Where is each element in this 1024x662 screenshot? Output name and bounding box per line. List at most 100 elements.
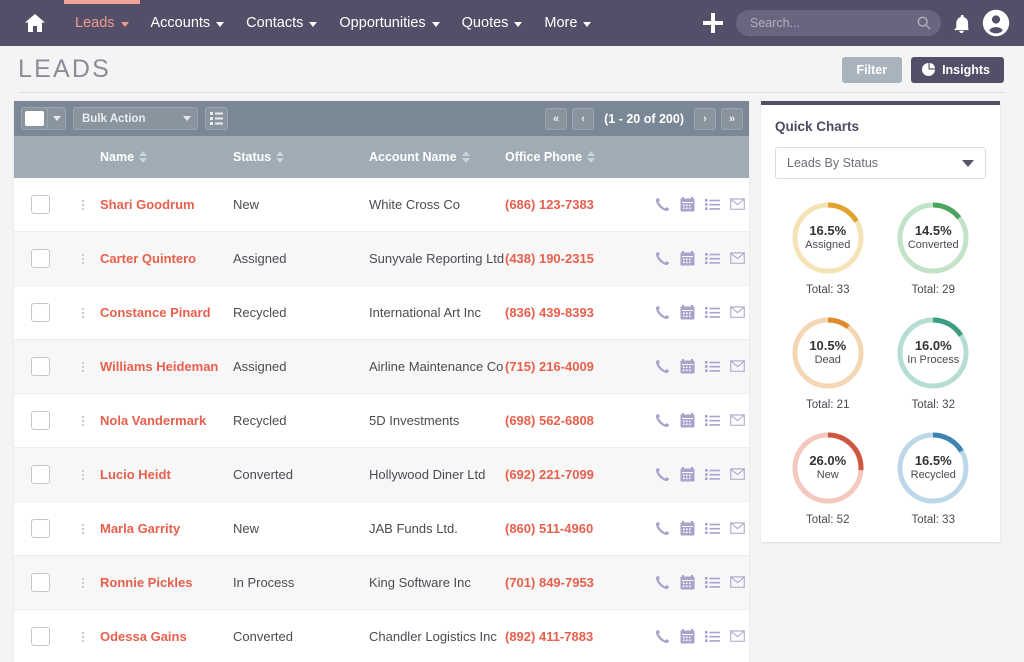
office-phone-link[interactable]: (860) 511-4960 bbox=[505, 521, 593, 536]
pagination-prev-button[interactable]: ‹ bbox=[572, 108, 594, 130]
donut-chart-recycled[interactable]: 16.5% Recycled Total: 33 bbox=[894, 429, 972, 526]
select-all-caret[interactable] bbox=[47, 107, 65, 130]
row-checkbox[interactable] bbox=[31, 519, 50, 538]
bell-icon[interactable] bbox=[953, 14, 970, 33]
phone-icon[interactable] bbox=[655, 575, 670, 590]
row-checkbox[interactable] bbox=[31, 249, 50, 268]
nav-item-leads[interactable]: Leads bbox=[64, 0, 140, 46]
row-menu-icon[interactable] bbox=[82, 470, 84, 480]
calendar-icon[interactable] bbox=[680, 467, 695, 482]
calendar-icon[interactable] bbox=[680, 413, 695, 428]
donut-chart-assigned[interactable]: 16.5% Assigned Total: 33 bbox=[789, 199, 867, 296]
pagination-first-button[interactable]: « bbox=[545, 108, 567, 130]
table-row[interactable]: Nola Vandermark Recycled 5D Investments … bbox=[14, 394, 749, 448]
calendar-icon[interactable] bbox=[680, 359, 695, 374]
search-icon[interactable] bbox=[917, 16, 931, 30]
sort-icon[interactable] bbox=[462, 151, 470, 163]
plus-icon[interactable] bbox=[702, 12, 724, 34]
lead-name-link[interactable]: Lucio Heidt bbox=[100, 467, 171, 482]
envelope-icon[interactable] bbox=[730, 305, 745, 320]
phone-icon[interactable] bbox=[655, 521, 670, 536]
phone-icon[interactable] bbox=[655, 413, 670, 428]
task-list-icon[interactable] bbox=[705, 197, 720, 212]
phone-icon[interactable] bbox=[655, 467, 670, 482]
donut-chart-new[interactable]: 26.0% New Total: 52 bbox=[789, 429, 867, 526]
envelope-icon[interactable] bbox=[730, 575, 745, 590]
table-row[interactable]: Marla Garrity New JAB Funds Ltd. (860) 5… bbox=[14, 502, 749, 556]
filter-button[interactable]: Filter bbox=[842, 57, 903, 83]
column-header-office-phone[interactable]: Office Phone bbox=[505, 150, 651, 164]
table-row[interactable]: Ronnie Pickles In Process King Software … bbox=[14, 556, 749, 610]
office-phone-link[interactable]: (701) 849-7953 bbox=[505, 575, 594, 590]
search-input[interactable] bbox=[750, 16, 917, 30]
donut-chart-converted[interactable]: 14.5% Converted Total: 29 bbox=[894, 199, 972, 296]
table-row[interactable]: Odessa Gains Converted Chandler Logistic… bbox=[14, 610, 749, 662]
nav-item-opportunities[interactable]: Opportunities bbox=[328, 0, 450, 46]
lead-name-link[interactable]: Carter Quintero bbox=[100, 251, 196, 266]
calendar-icon[interactable] bbox=[680, 521, 695, 536]
task-list-icon[interactable] bbox=[705, 305, 720, 320]
table-row[interactable]: Carter Quintero Assigned Sunyvale Report… bbox=[14, 232, 749, 286]
calendar-icon[interactable] bbox=[680, 197, 695, 212]
donut-chart-dead[interactable]: 10.5% Dead Total: 21 bbox=[789, 314, 867, 411]
phone-icon[interactable] bbox=[655, 197, 670, 212]
row-menu-icon[interactable] bbox=[82, 578, 84, 588]
envelope-icon[interactable] bbox=[730, 251, 745, 266]
nav-item-accounts[interactable]: Accounts bbox=[140, 0, 236, 46]
row-checkbox[interactable] bbox=[31, 465, 50, 484]
lead-name-link[interactable]: Marla Garrity bbox=[100, 521, 180, 536]
task-list-icon[interactable] bbox=[705, 359, 720, 374]
sort-icon[interactable] bbox=[139, 151, 147, 163]
table-row[interactable]: Lucio Heidt Converted Hollywood Diner Lt… bbox=[14, 448, 749, 502]
lead-name-link[interactable]: Odessa Gains bbox=[100, 629, 187, 644]
row-checkbox[interactable] bbox=[31, 357, 50, 376]
office-phone-link[interactable]: (692) 221-7099 bbox=[505, 467, 594, 482]
envelope-icon[interactable] bbox=[730, 413, 745, 428]
office-phone-link[interactable]: (836) 439-8393 bbox=[505, 305, 594, 320]
envelope-icon[interactable] bbox=[730, 467, 745, 482]
pagination-next-button[interactable]: › bbox=[694, 108, 716, 130]
task-list-icon[interactable] bbox=[705, 521, 720, 536]
row-menu-icon[interactable] bbox=[82, 362, 84, 372]
envelope-icon[interactable] bbox=[730, 359, 745, 374]
lead-name-link[interactable]: Williams Heideman bbox=[100, 359, 218, 374]
lead-name-link[interactable]: Shari Goodrum bbox=[100, 197, 195, 212]
bulk-action-select[interactable]: Bulk Action bbox=[73, 107, 198, 130]
task-list-icon[interactable] bbox=[705, 575, 720, 590]
lead-name-link[interactable]: Ronnie Pickles bbox=[100, 575, 192, 590]
envelope-icon[interactable] bbox=[730, 629, 745, 644]
calendar-icon[interactable] bbox=[680, 251, 695, 266]
chart-type-select[interactable]: Leads By Status bbox=[775, 147, 986, 179]
calendar-icon[interactable] bbox=[680, 305, 695, 320]
column-chooser-button[interactable] bbox=[205, 107, 228, 130]
task-list-icon[interactable] bbox=[705, 467, 720, 482]
task-list-icon[interactable] bbox=[705, 629, 720, 644]
task-list-icon[interactable] bbox=[705, 413, 720, 428]
phone-icon[interactable] bbox=[655, 251, 670, 266]
row-checkbox[interactable] bbox=[31, 627, 50, 646]
office-phone-link[interactable]: (686) 123-7383 bbox=[505, 197, 594, 212]
row-menu-icon[interactable] bbox=[82, 416, 84, 426]
nav-item-contacts[interactable]: Contacts bbox=[235, 0, 328, 46]
phone-icon[interactable] bbox=[655, 305, 670, 320]
row-checkbox[interactable] bbox=[31, 195, 50, 214]
donut-chart-in-process[interactable]: 16.0% In Process Total: 32 bbox=[894, 314, 972, 411]
office-phone-link[interactable]: (892) 411-7883 bbox=[505, 629, 593, 644]
column-header-account-name[interactable]: Account Name bbox=[369, 150, 505, 164]
envelope-icon[interactable] bbox=[730, 521, 745, 536]
envelope-icon[interactable] bbox=[730, 197, 745, 212]
task-list-icon[interactable] bbox=[705, 251, 720, 266]
row-menu-icon[interactable] bbox=[82, 254, 84, 264]
table-row[interactable]: Shari Goodrum New White Cross Co (686) 1… bbox=[14, 178, 749, 232]
phone-icon[interactable] bbox=[655, 359, 670, 374]
office-phone-link[interactable]: (438) 190-2315 bbox=[505, 251, 594, 266]
insights-button[interactable]: Insights bbox=[911, 57, 1004, 83]
row-checkbox[interactable] bbox=[31, 573, 50, 592]
column-header-status[interactable]: Status bbox=[233, 150, 369, 164]
global-search[interactable] bbox=[736, 10, 941, 36]
row-checkbox[interactable] bbox=[31, 303, 50, 322]
sort-icon[interactable] bbox=[276, 151, 284, 163]
calendar-icon[interactable] bbox=[680, 575, 695, 590]
row-menu-icon[interactable] bbox=[82, 200, 84, 210]
column-header-name[interactable]: Name bbox=[100, 150, 233, 164]
